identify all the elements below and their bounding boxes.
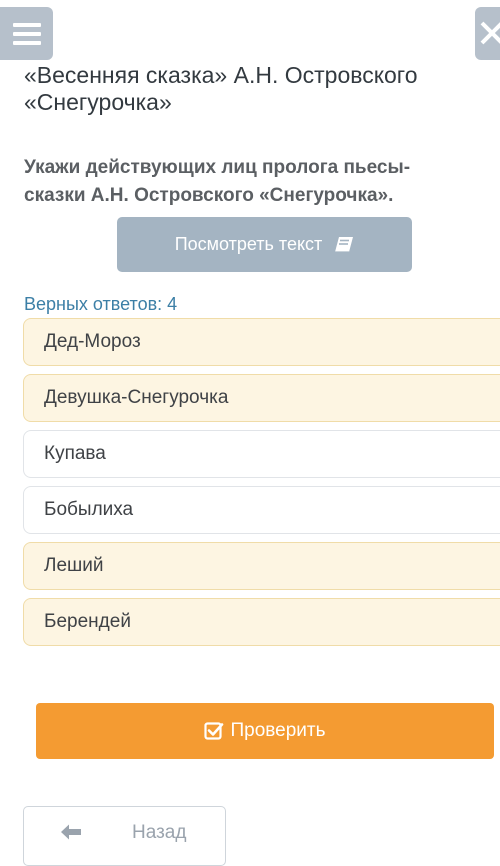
check-button-label: Проверить [230,720,326,741]
back-button[interactable]: Назад [23,806,226,866]
close-icon [480,21,500,45]
menu-button[interactable] [0,7,53,60]
answer-option-label: Купава [44,443,106,464]
check-button[interactable]: Проверить [36,703,494,759]
answer-options-list: Дед-Мороз Девушка-Снегурочка Купава Бобы… [23,318,500,654]
lesson-title-line-1: «Весенняя сказка» А.Н. Островского [24,62,418,88]
lesson-title-line-2: «Снегурочка» [24,89,172,115]
answer-option-label: Берендей [44,611,131,632]
book-icon [335,236,354,253]
answer-option-label: Бобылиха [44,499,134,520]
hamburger-menu-icon [12,22,41,45]
answer-option[interactable]: Дед-Мороз [23,318,500,366]
question-line-1: Укажи действующих лиц пролога пьесы- [24,157,411,178]
lesson-title: «Весенняя сказка» А.Н. Островского «Снег… [24,62,494,116]
back-button-label: Назад [132,822,187,843]
question-text: Укажи действующих лиц пролога пьесы- ска… [24,154,494,210]
correct-answers-count: Верных ответов: 4 [24,294,178,314]
answer-option[interactable]: Берендей [23,598,500,646]
view-text-button[interactable]: Посмотреть текст [117,217,412,272]
arrow-left-icon [61,824,81,840]
view-text-button-label: Посмотреть текст [174,234,323,254]
answer-option-label: Девушка-Снегурочка [44,387,229,408]
question-line-2: сказки А.Н. Островского «Снегурочка». [24,185,394,206]
answer-option[interactable]: Леший [23,542,500,590]
answer-option-label: Леший [44,555,104,576]
answer-option[interactable]: Бобылиха [23,486,500,534]
answer-option[interactable]: Девушка-Снегурочка [23,374,500,422]
answer-option-label: Дед-Мороз [44,331,141,352]
checkbox-icon [204,722,224,740]
answer-option[interactable]: Купава [23,430,500,478]
close-button[interactable] [475,7,500,60]
